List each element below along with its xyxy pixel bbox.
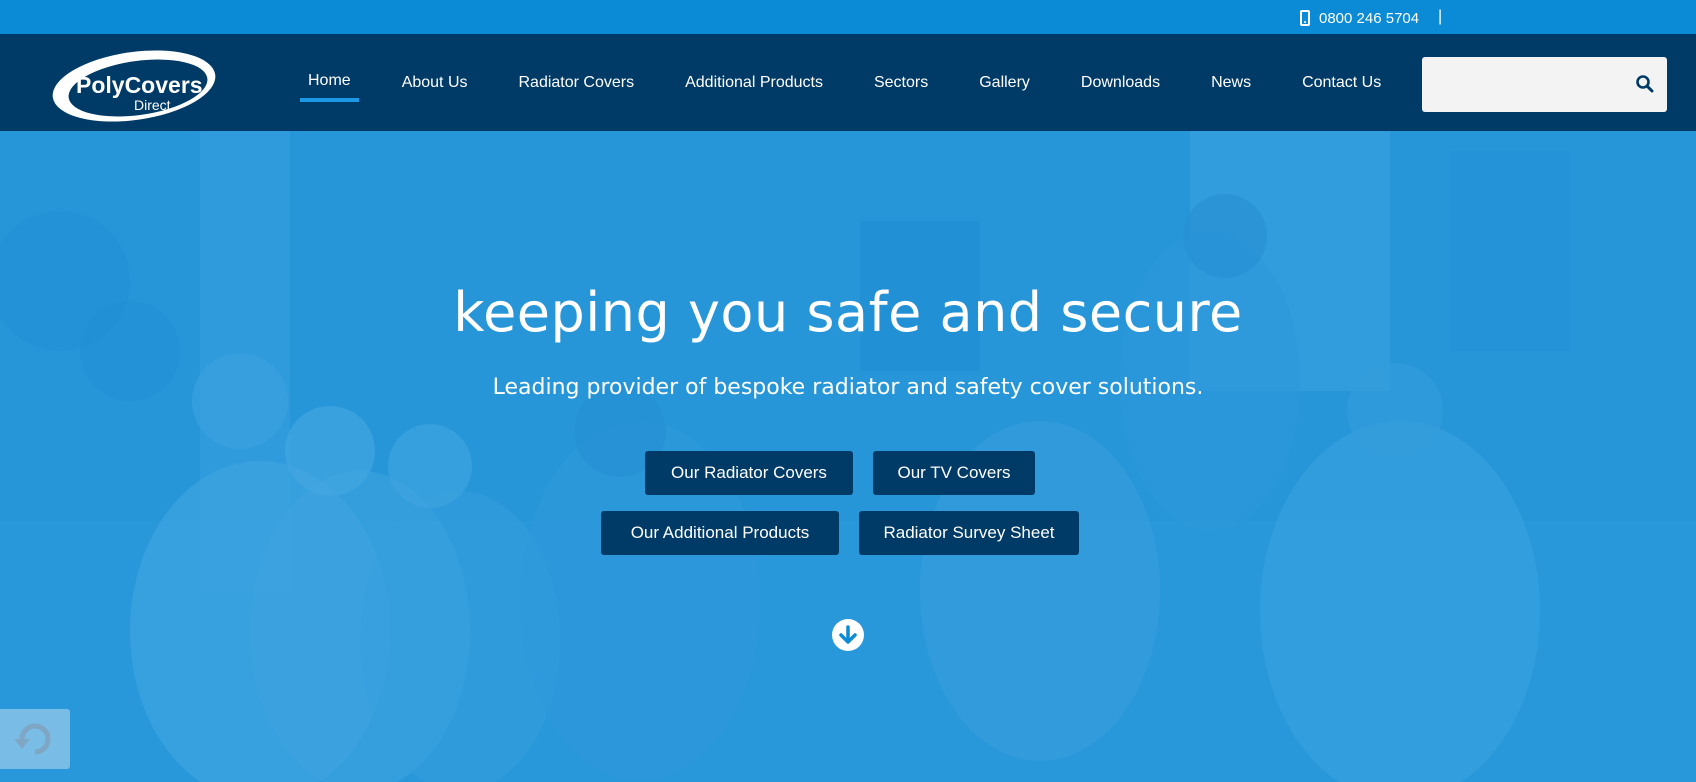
- arrow-down-circle-icon[interactable]: [832, 619, 864, 651]
- radiator-survey-sheet-button[interactable]: Radiator Survey Sheet: [859, 511, 1079, 555]
- search-box: [1422, 57, 1667, 112]
- logo[interactable]: PolyCovers Direct: [48, 44, 220, 124]
- mobile-phone-icon: [1300, 10, 1310, 26]
- site-header: PolyCovers Direct Home About Us Radiator…: [0, 34, 1696, 131]
- search-icon[interactable]: [1635, 74, 1655, 94]
- nav-radiator-covers[interactable]: Radiator Covers: [511, 74, 643, 92]
- search-input[interactable]: [1422, 57, 1622, 112]
- hero-section: keeping you safe and secure Leading prov…: [0, 131, 1696, 782]
- nav-news[interactable]: News: [1203, 74, 1259, 92]
- hero-title: keeping you safe and secure: [453, 281, 1243, 344]
- hero-subtitle: Leading provider of bespoke radiator and…: [492, 375, 1204, 400]
- phone-link[interactable]: 0800 246 5704: [1300, 9, 1419, 27]
- nav-about-us[interactable]: About Us: [394, 74, 476, 92]
- nav-home[interactable]: Home: [300, 72, 359, 102]
- top-bar: 0800 246 5704 |: [0, 0, 1696, 34]
- separator: |: [1438, 8, 1443, 25]
- nav-sectors[interactable]: Sectors: [866, 74, 936, 92]
- nav-contact-us[interactable]: Contact Us: [1294, 74, 1389, 92]
- recaptcha-badge[interactable]: [0, 709, 70, 769]
- additional-products-button[interactable]: Our Additional Products: [601, 511, 839, 555]
- nav-downloads[interactable]: Downloads: [1073, 74, 1168, 92]
- tv-covers-button[interactable]: Our TV Covers: [873, 451, 1035, 495]
- main-nav: Home About Us Radiator Covers Additional…: [300, 34, 1424, 131]
- logo-subtext: Direct: [134, 97, 171, 113]
- radiator-covers-button[interactable]: Our Radiator Covers: [645, 451, 853, 495]
- phone-number[interactable]: 0800 246 5704: [1319, 10, 1419, 27]
- logo-text: PolyCovers: [76, 72, 203, 98]
- nav-additional-products[interactable]: Additional Products: [677, 74, 831, 92]
- nav-gallery[interactable]: Gallery: [971, 74, 1038, 92]
